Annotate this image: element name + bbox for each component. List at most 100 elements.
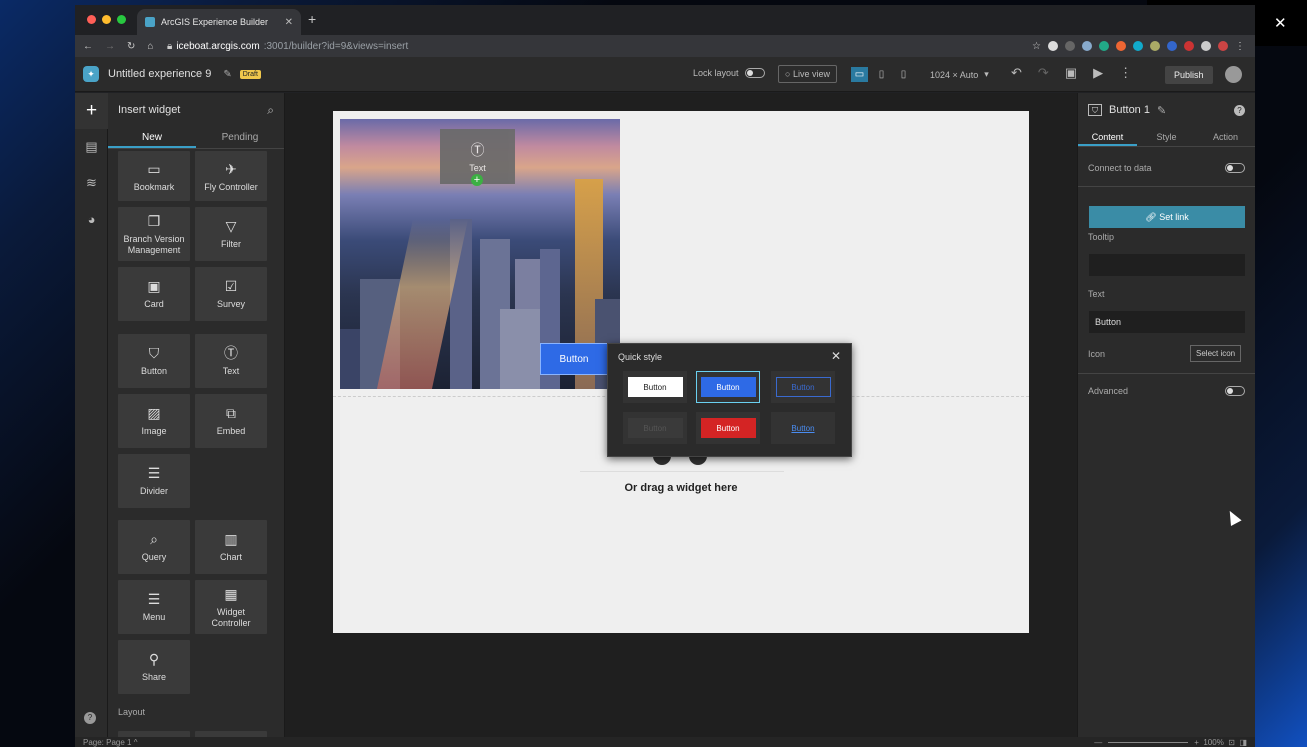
extension-icon[interactable] <box>1065 41 1075 51</box>
extension-icon[interactable] <box>1099 41 1109 51</box>
edit-title-icon[interactable]: ✎ <box>223 69 231 80</box>
extension-icon[interactable] <box>1133 41 1143 51</box>
help-icon[interactable]: ? <box>84 712 96 724</box>
widget-card-menu[interactable]: ☰ Menu <box>118 580 190 634</box>
tab-content[interactable]: Content <box>1078 127 1137 146</box>
minimize-dot-icon[interactable] <box>102 15 111 24</box>
widget-card-share[interactable]: ⚲ Share <box>118 640 190 694</box>
more-menu-icon[interactable]: ⋮ <box>1119 65 1132 81</box>
zoom-out-icon[interactable]: — <box>1094 738 1102 747</box>
tab-pending[interactable]: Pending <box>196 127 284 148</box>
settings-header: ⛉ Button 1 ✎ ? <box>1078 93 1255 127</box>
experience-builder-logo-icon[interactable]: ✦ <box>83 66 99 82</box>
lock-layout-control[interactable]: Lock layout <box>693 68 765 78</box>
quick-style-link[interactable]: Button <box>771 412 835 444</box>
page-icon[interactable]: ▤ <box>75 129 108 165</box>
widget-card-survey[interactable]: ☑ Survey <box>195 267 267 321</box>
url-field[interactable]: 🔒︎ iceboat.arcgis.com:3001/builder?id=9&… <box>167 41 408 52</box>
data-icon[interactable]: ≋ <box>75 165 108 201</box>
forward-icon[interactable]: → <box>105 41 115 52</box>
canvas-button-widget[interactable]: Button <box>540 343 608 375</box>
insert-plus-icon[interactable]: + <box>75 93 108 129</box>
widget-card-chart[interactable]: ▥ Chart <box>195 520 267 574</box>
avatar[interactable] <box>1225 66 1242 83</box>
theme-palette-icon[interactable]: ◕ <box>75 201 108 237</box>
live-view-control[interactable]: ○ Live view <box>778 65 837 83</box>
quick-style-danger[interactable]: Button <box>696 412 760 444</box>
widget-card-bookmark[interactable]: ▭ Bookmark <box>118 151 190 201</box>
quick-style-outline[interactable]: Button <box>771 371 835 403</box>
zoom-dot-icon[interactable] <box>117 15 126 24</box>
tab-new[interactable]: New <box>108 127 196 148</box>
close-icon[interactable]: ✕ <box>831 349 841 363</box>
connect-to-data-toggle[interactable] <box>1225 163 1245 173</box>
bookmark-star-icon[interactable]: ☆ <box>1032 41 1041 52</box>
widget-card-card[interactable]: ▣ Card <box>118 267 190 321</box>
quick-style-default[interactable]: Button <box>623 371 687 403</box>
widget-label: Menu <box>142 612 166 623</box>
redo-icon[interactable]: ↷ <box>1038 65 1049 81</box>
widget-card-image[interactable]: ▨ Image <box>118 394 190 448</box>
extension-icon[interactable] <box>1116 41 1126 51</box>
widget-card-fly-controller[interactable]: ✈ Fly Controller <box>195 151 267 201</box>
tooltip-input[interactable] <box>1089 254 1245 276</box>
back-icon[interactable]: ← <box>83 41 93 52</box>
close-dot-icon[interactable] <box>87 15 96 24</box>
search-icon[interactable]: ⌕ <box>267 103 274 118</box>
browser-tab[interactable]: ArcGIS Experience Builder ✕ <box>137 9 301 35</box>
chevron-up-icon[interactable]: ^ <box>132 738 138 747</box>
extension-icon[interactable] <box>1150 41 1160 51</box>
quick-style-primary[interactable]: Button <box>696 371 760 403</box>
preview-play-icon[interactable]: ▶ <box>1093 65 1103 81</box>
zoom-slider[interactable] <box>1108 741 1189 743</box>
extension-icon[interactable] <box>1218 41 1228 51</box>
new-tab-icon[interactable]: + <box>308 11 316 27</box>
style-preview-button: Button <box>791 423 815 433</box>
save-icon[interactable]: ▣ <box>1065 65 1077 81</box>
panel-toggle-icon[interactable]: ◨ <box>1239 738 1247 747</box>
home-icon[interactable]: ⌂ <box>147 41 153 52</box>
extension-icon[interactable] <box>1167 41 1177 51</box>
close-tab-icon[interactable]: ✕ <box>285 17 293 28</box>
widget-card-text[interactable]: Ⓣ Text <box>195 334 267 388</box>
text-input[interactable]: Button <box>1089 311 1245 333</box>
tab-style[interactable]: Style <box>1137 127 1196 146</box>
tablet-icon[interactable]: ▯ <box>873 67 890 82</box>
link-icon: 🔗︎ <box>1145 211 1160 222</box>
fit-screen-icon[interactable]: ⊡ <box>1228 738 1235 747</box>
desktop-icon[interactable]: ▭ <box>851 67 868 82</box>
page-canvas[interactable]: Ⓣ Text + Button Or drag a widget here Qu… <box>333 111 1029 633</box>
resolution-select[interactable]: 1024 × Auto ▾ <box>930 69 989 80</box>
live-view-button[interactable]: ○ Live view <box>778 65 837 83</box>
reload-icon[interactable]: ↻ <box>127 41 135 52</box>
edit-name-icon[interactable]: ✎ <box>1157 104 1166 117</box>
undo-icon[interactable]: ↶ <box>1011 65 1022 81</box>
widget-card-widget-controller[interactable]: ▦ Widget Controller <box>195 580 267 634</box>
widget-card-button[interactable]: ⛉ Button <box>118 334 190 388</box>
tab-action[interactable]: Action <box>1196 127 1255 146</box>
experience-title[interactable]: Untitled experience 9 <box>108 68 211 80</box>
extension-icon[interactable] <box>1184 41 1194 51</box>
help-icon[interactable]: ? <box>1234 104 1245 116</box>
zoom-in-icon[interactable]: + <box>1194 738 1199 747</box>
advanced-toggle[interactable] <box>1225 386 1245 396</box>
extension-icon[interactable] <box>1082 41 1092 51</box>
widget-card-filter[interactable]: ▽ Filter <box>195 207 267 261</box>
quick-style-disabled[interactable]: Button <box>623 412 687 444</box>
extension-icon[interactable] <box>1201 41 1211 51</box>
close-window-icon[interactable]: ✕ <box>1254 0 1307 46</box>
url-host: iceboat.arcgis.com <box>176 40 260 52</box>
widget-card-embed[interactable]: ⧉ Embed <box>195 394 267 448</box>
browser-menu-icon[interactable]: ⋮ <box>1235 41 1245 52</box>
widget-card-query[interactable]: ⌕ Query <box>118 520 190 574</box>
lock-layout-toggle[interactable] <box>744 68 765 78</box>
extension-icon[interactable] <box>1048 41 1058 51</box>
set-link-button[interactable]: 🔗︎ Set link <box>1089 206 1245 228</box>
select-icon-button[interactable]: Select icon <box>1190 345 1242 362</box>
widget-card-divider[interactable]: ☰ Divider <box>118 454 190 508</box>
widget-name[interactable]: Button 1 <box>1109 104 1150 116</box>
widget-card-branch-version[interactable]: ❐ Branch Version Management <box>118 207 190 261</box>
phone-icon[interactable]: ▯ <box>895 67 912 82</box>
publish-button[interactable]: Publish <box>1165 66 1213 84</box>
page-selector[interactable]: Page 1 <box>106 738 131 747</box>
